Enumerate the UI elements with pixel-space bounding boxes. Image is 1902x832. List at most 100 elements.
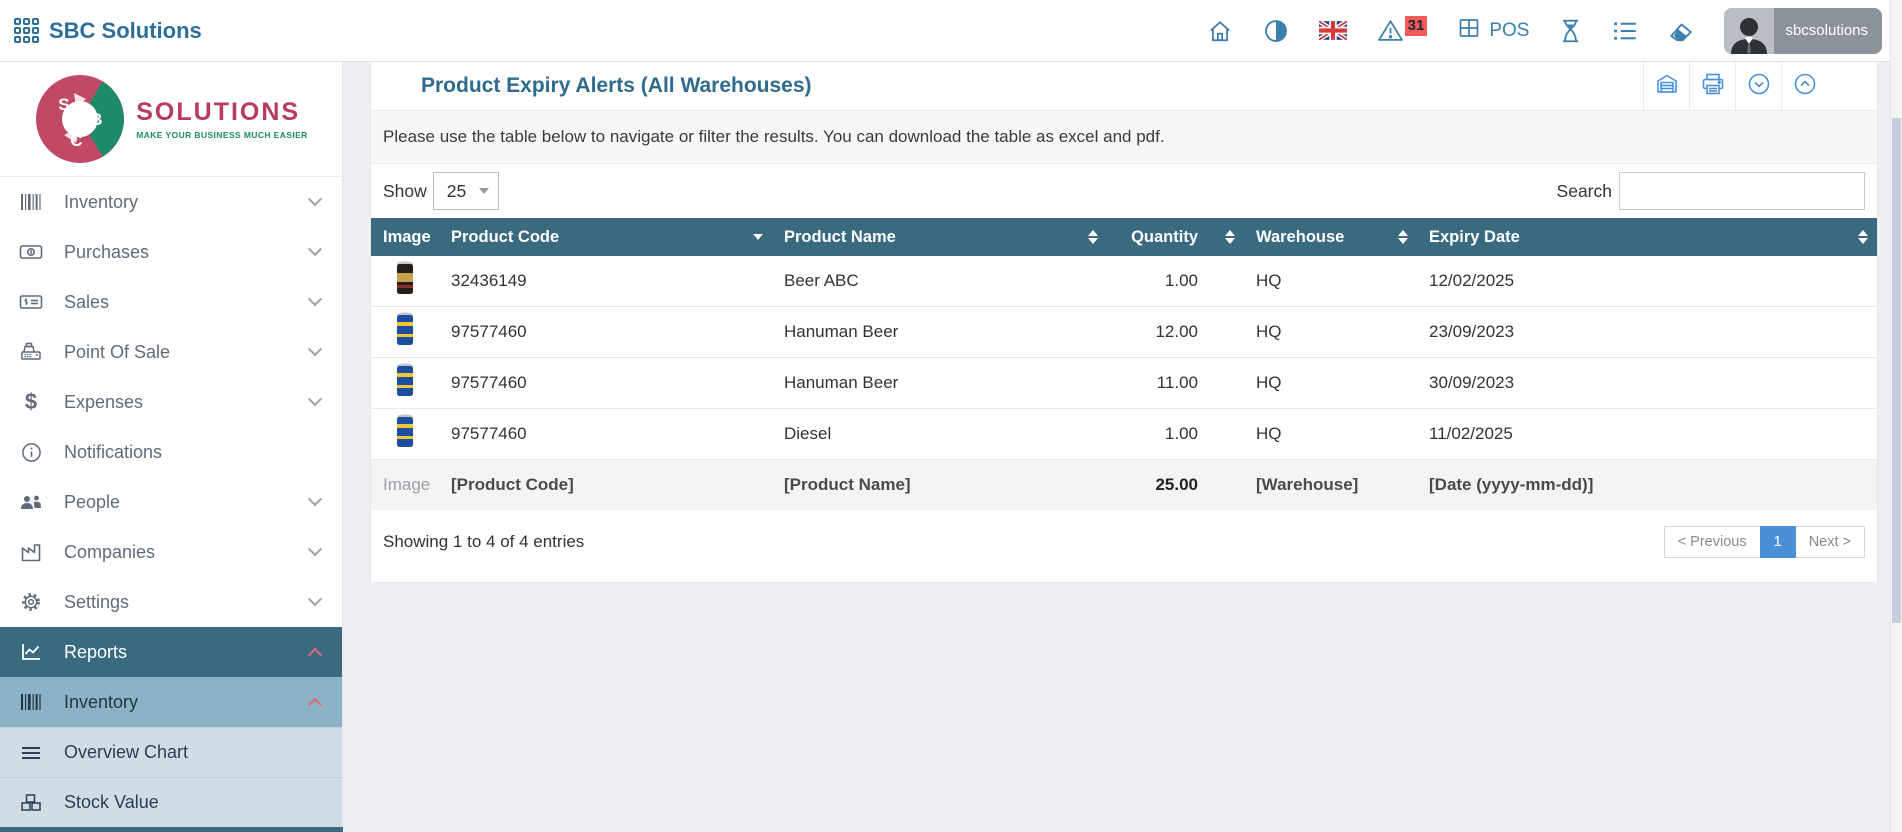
warehouse-cell: HQ	[1244, 409, 1417, 460]
page-size-value: 25	[447, 181, 466, 202]
column-header-warehouse[interactable]: Warehouse	[1244, 218, 1417, 256]
sort-both-icon	[1225, 230, 1235, 244]
search-input[interactable]	[1619, 172, 1865, 210]
expiry-date-cell: 12/02/2025	[1417, 256, 1877, 307]
sidebar-item-label: People	[64, 492, 120, 513]
caret-down-icon	[479, 188, 489, 194]
pos-button[interactable]: POS	[1457, 16, 1529, 46]
product-image	[371, 409, 439, 460]
expiry-date-cell: 23/09/2023	[1417, 307, 1877, 358]
list-icon[interactable]	[1612, 19, 1638, 43]
dollar-icon: $	[18, 389, 44, 415]
sidebar-item-label: Purchases	[64, 242, 149, 263]
sidebar-item-label: Expenses	[64, 392, 143, 413]
sidebar-item-label: Overview Chart	[64, 742, 188, 763]
print-button[interactable]	[1689, 62, 1735, 110]
previous-page-button[interactable]: < Previous	[1664, 526, 1761, 558]
archive-button[interactable]	[1643, 62, 1689, 110]
blue-beer-can-image	[394, 311, 416, 348]
eraser-icon[interactable]	[1668, 19, 1694, 43]
chevron-down-icon	[308, 242, 322, 256]
factory-icon	[18, 543, 44, 562]
card-header: Product Expiry Alerts (All Warehouses)	[371, 62, 1877, 110]
banknote-icon	[18, 243, 44, 261]
brand-name: SBC Solutions	[49, 18, 202, 44]
menu-lines-icon	[18, 746, 44, 760]
chevron-down-icon	[308, 342, 322, 356]
table-row[interactable]: 97577460 Hanuman Beer 11.00 HQ 30/09/202…	[371, 358, 1877, 409]
chevron-down-icon	[308, 492, 322, 506]
pos-table-icon	[1457, 16, 1481, 46]
quantity-cell: 12.00	[1107, 307, 1244, 358]
sidebar-item-companies[interactable]: Companies	[0, 527, 342, 577]
table-row[interactable]: 97577460 Diesel 1.00 HQ 11/02/2025	[371, 409, 1877, 460]
column-header-expiry-date[interactable]: Expiry Date	[1417, 218, 1877, 256]
warehouse-cell: HQ	[1244, 256, 1417, 307]
blue-beer-can-image	[394, 362, 416, 399]
column-header-product-name[interactable]: Product Name	[772, 218, 1107, 256]
sidebar: S B C SOLUTIONS MAKE YOUR BUSINESS MUCH …	[0, 62, 343, 832]
chevron-down-icon	[308, 192, 322, 206]
logo-letter-b: B	[90, 110, 102, 130]
company-logo: S B C SOLUTIONS MAKE YOUR BUSINESS MUCH …	[0, 62, 342, 177]
sidebar-item-inventory[interactable]: Inventory	[0, 177, 342, 227]
sidebar-item-overview-chart[interactable]: Overview Chart	[0, 727, 342, 777]
contrast-icon[interactable]	[1263, 18, 1289, 44]
page-scrollbar[interactable]	[1890, 0, 1902, 832]
table-footer-bar: Showing 1 to 4 of 4 entries < Previous 1…	[371, 510, 1877, 582]
scrollbar-thumb[interactable]	[1892, 118, 1901, 623]
footer-image-label: Image	[371, 460, 439, 510]
footer-warehouse: [Warehouse]	[1244, 460, 1417, 510]
money-check-icon	[18, 293, 44, 311]
logo-letter-c: C	[70, 131, 82, 151]
quantity-cell: 11.00	[1107, 358, 1244, 409]
sidebar-item-label: Companies	[64, 542, 155, 563]
table-row[interactable]: 97577460 Hanuman Beer 12.00 HQ 23/09/202…	[371, 307, 1877, 358]
sidebar-item-reports[interactable]: Reports	[0, 627, 342, 677]
page-1-button[interactable]: 1	[1760, 526, 1796, 558]
quantity-cell: 1.00	[1107, 256, 1244, 307]
sort-both-icon	[1398, 230, 1408, 244]
entries-summary: Showing 1 to 4 of 4 entries	[383, 532, 584, 552]
column-header-product-code[interactable]: Product Code	[439, 218, 772, 256]
expand-button[interactable]	[1781, 62, 1827, 110]
footer-quantity-total: 25.00	[1107, 460, 1244, 510]
uk-flag-icon[interactable]	[1319, 21, 1347, 40]
pagination: < Previous 1 Next >	[1665, 526, 1865, 558]
sidebar-item-purchases[interactable]: Purchases	[0, 227, 342, 277]
product-name-cell: Hanuman Beer	[772, 358, 1107, 409]
apps-grid-icon	[14, 18, 39, 43]
sidebar-item-expenses[interactable]: $ Expenses	[0, 377, 342, 427]
sidebar-item-label: Notifications	[64, 442, 162, 463]
collapse-button[interactable]	[1735, 62, 1781, 110]
sidebar-item-reports-inventory[interactable]: Inventory	[0, 677, 342, 727]
product-image	[371, 358, 439, 409]
product-name-cell: Beer ABC	[772, 256, 1107, 307]
column-header-quantity[interactable]: Quantity	[1107, 218, 1244, 256]
home-icon[interactable]	[1207, 18, 1233, 44]
sidebar-item-sales[interactable]: Sales	[0, 277, 342, 327]
user-menu[interactable]: sbcsolutions	[1724, 8, 1882, 54]
hourglass-icon[interactable]	[1559, 18, 1582, 44]
next-page-button[interactable]: Next >	[1795, 526, 1865, 558]
sidebar-item-stock-value[interactable]: Stock Value	[0, 777, 342, 827]
sidebar-item-label: Reports	[64, 642, 127, 663]
navbar-actions: 31 POS	[1207, 8, 1882, 54]
sidebar-item-people[interactable]: People	[0, 477, 342, 527]
blue-beer-can-image	[394, 413, 416, 450]
quantity-cell: 1.00	[1107, 409, 1244, 460]
footer-product-name: [Product Name]	[772, 460, 1107, 510]
table-controls: Show 25 Search	[371, 164, 1877, 218]
sidebar-menu: Inventory Purchases Sales	[0, 177, 342, 827]
dark-beer-can-image	[394, 260, 416, 297]
alerts-button[interactable]: 31	[1377, 18, 1428, 43]
brand[interactable]: SBC Solutions	[14, 18, 202, 44]
sidebar-item-label: Settings	[64, 592, 129, 613]
sidebar-item-point-of-sale[interactable]: Point Of Sale	[0, 327, 342, 377]
table-row[interactable]: 32436149 Beer ABC 1.00 HQ 12/02/2025	[371, 256, 1877, 307]
page-size-select[interactable]: 25	[433, 172, 499, 210]
print-icon	[1701, 73, 1725, 100]
sidebar-item-settings[interactable]: Settings	[0, 577, 342, 627]
expiry-alerts-table: Image Product Code Product Name Quantity	[371, 218, 1877, 510]
sidebar-item-notifications[interactable]: Notifications	[0, 427, 342, 477]
